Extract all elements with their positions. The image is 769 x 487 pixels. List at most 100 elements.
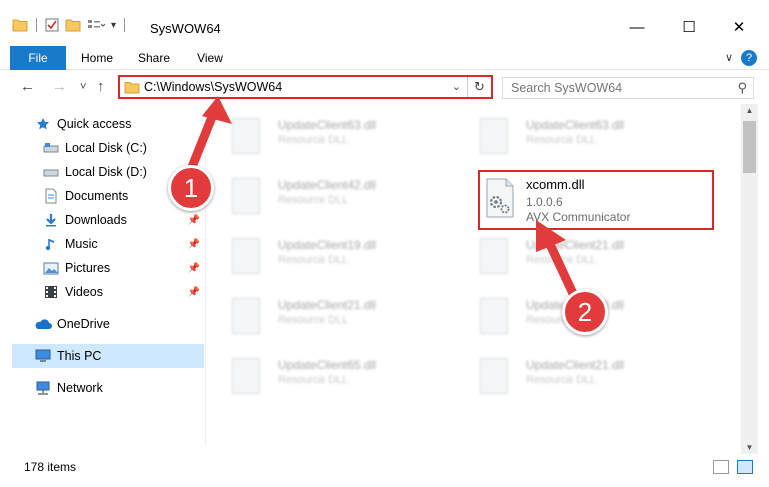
ribbon-tabs: File Home Share View ∨ ? <box>0 46 769 70</box>
list-item[interactable]: UpdateClient19.dll Resource DLL <box>210 232 450 282</box>
details-view-icon[interactable] <box>713 460 729 474</box>
sidebar-item-label: Music <box>65 237 98 251</box>
pin-icon[interactable]: 📌 <box>188 239 200 250</box>
file-type: Resource DLL <box>278 374 349 386</box>
refresh-icon[interactable]: ↻ <box>467 77 491 97</box>
item-count: 178 items <box>24 460 77 474</box>
scroll-up-icon[interactable]: ▲ <box>741 106 758 115</box>
folder-icon <box>124 82 140 94</box>
tab-share[interactable]: Share <box>132 46 176 70</box>
sidebar-item-quick-access[interactable]: Quick access <box>34 112 204 136</box>
list-item[interactable]: UpdateClient42.dll Resource DLL <box>210 172 450 222</box>
network-icon <box>34 380 52 396</box>
step-marker-1: 1 <box>168 165 214 211</box>
star-icon <box>34 116 52 132</box>
file-type: Resource DLL <box>278 254 349 266</box>
window-title: SysWOW64 <box>150 21 221 36</box>
dll-file-icon <box>480 298 508 334</box>
tab-home[interactable]: Home <box>76 46 118 70</box>
sidebar-item-downloads[interactable]: Downloads 📌 <box>42 208 204 232</box>
dll-file-icon <box>480 358 508 394</box>
file-name: UpdateClient65.dll <box>278 358 377 372</box>
sidebar-item-label: Local Disk (D:) <box>65 165 147 179</box>
up-button[interactable]: ↑ <box>97 78 105 95</box>
scroll-thumb[interactable] <box>743 121 756 173</box>
file-version: 1.0.0.6 <box>526 195 563 209</box>
file-type: Resource DLL <box>278 194 349 206</box>
search-input[interactable] <box>503 78 723 98</box>
large-icons-view-icon[interactable] <box>737 460 753 474</box>
pin-icon[interactable]: 📌 <box>188 263 200 274</box>
videos-icon <box>42 284 60 300</box>
pin-icon[interactable]: 📌 <box>188 287 200 298</box>
view-options-icon[interactable] <box>87 18 105 32</box>
dll-file-icon <box>480 238 508 274</box>
sidebar-item-local-disk-c[interactable]: Local Disk (C:) <box>42 136 204 160</box>
toolbar-separator <box>124 18 126 32</box>
dll-file-icon <box>232 238 260 274</box>
list-item[interactable]: UpdateClient63.dll Resource DLL <box>210 112 450 162</box>
highlighted-file-xcomm[interactable]: xcomm.dll 1.0.0.6 AVX Communicator <box>478 170 714 230</box>
help-button[interactable]: ? <box>741 50 757 66</box>
dll-file-icon <box>232 118 260 154</box>
sidebar-item-videos[interactable]: Videos 📌 <box>42 280 204 304</box>
drive-icon <box>42 140 60 156</box>
customize-toolbar-icon[interactable]: ▾ <box>111 20 116 31</box>
sidebar-item-label: Pictures <box>65 261 111 275</box>
recent-locations-button[interactable]: ˅ <box>80 81 86 93</box>
sidebar-item-onedrive[interactable]: OneDrive <box>34 312 204 336</box>
sidebar-item-network[interactable]: Network <box>34 376 204 400</box>
list-item[interactable]: UpdateClient21.dll Resource DLL <box>458 232 698 282</box>
file-type: Resource DLL <box>526 254 597 266</box>
file-type: Resource DLL <box>526 374 597 386</box>
file-name: UpdateClient63.dll <box>278 118 377 132</box>
close-button[interactable]: ✕ <box>716 12 762 42</box>
dll-file-icon <box>232 358 260 394</box>
scroll-down-icon[interactable]: ▼ <box>741 443 758 452</box>
sidebar-item-this-pc[interactable]: This PC <box>12 344 204 368</box>
file-type: Resource DLL <box>526 134 597 146</box>
sidebar-item-music[interactable]: Music 📌 <box>42 232 204 256</box>
file-name: UpdateClient63.dll <box>526 118 625 132</box>
minimize-button[interactable]: — <box>614 12 660 42</box>
search-box[interactable]: ⚲ <box>502 77 754 99</box>
pin-icon[interactable]: 📌 <box>188 215 200 226</box>
tab-view[interactable]: View <box>190 46 230 70</box>
title-bar: ▾ SysWOW64 — ☐ ✕ <box>0 0 769 46</box>
sidebar-item-label: Quick access <box>57 117 132 131</box>
properties-icon[interactable] <box>45 18 59 32</box>
pane-divider[interactable] <box>205 110 206 445</box>
back-button[interactable]: ← <box>20 78 35 95</box>
documents-icon <box>42 188 60 204</box>
forward-button[interactable]: → <box>52 78 67 95</box>
list-item[interactable]: UpdateClient65.dll Resource DLL <box>210 352 450 402</box>
list-item[interactable]: UpdateClient63.dll Resource DLL <box>458 112 698 162</box>
tab-file[interactable]: File <box>10 46 66 70</box>
sidebar-item-pictures[interactable]: Pictures 📌 <box>42 256 204 280</box>
status-bar: 178 items <box>0 456 769 478</box>
address-path[interactable]: C:\Windows\SysWOW64 <box>144 80 282 94</box>
download-icon <box>42 212 60 228</box>
maximize-button[interactable]: ☐ <box>666 12 712 42</box>
step-marker-2: 2 <box>562 289 608 335</box>
sidebar-item-label: Documents <box>65 189 129 203</box>
toolbar-separator <box>36 18 37 32</box>
file-name: xcomm.dll <box>526 177 585 192</box>
address-bar[interactable]: C:\Windows\SysWOW64 ⌄ ↻ <box>118 75 493 99</box>
file-list: UpdateClient63.dll Resource DLL UpdateCl… <box>210 108 740 453</box>
list-item[interactable]: UpdateClient21.dll Resource DLL <box>210 292 450 342</box>
computer-icon <box>34 348 52 364</box>
cloud-icon <box>34 316 52 332</box>
sidebar-item-label: This PC <box>57 349 102 363</box>
search-icon[interactable]: ⚲ <box>737 80 747 96</box>
quick-access-toolbar: ▾ <box>12 18 127 32</box>
expand-ribbon-button[interactable]: ∨ <box>725 51 733 64</box>
sidebar-item-label: Local Disk (C:) <box>65 141 147 155</box>
file-name: UpdateClient42.dll <box>278 178 377 192</box>
file-type: Resource DLL <box>278 314 349 326</box>
list-item[interactable]: UpdateClient21.dll Resource DLL <box>458 352 698 402</box>
new-folder-icon[interactable] <box>65 18 81 32</box>
vertical-scrollbar[interactable]: ▲ ▼ <box>741 104 758 454</box>
chevron-down-icon[interactable]: ⌄ <box>452 80 461 93</box>
file-type: Resource DLL <box>278 134 349 146</box>
